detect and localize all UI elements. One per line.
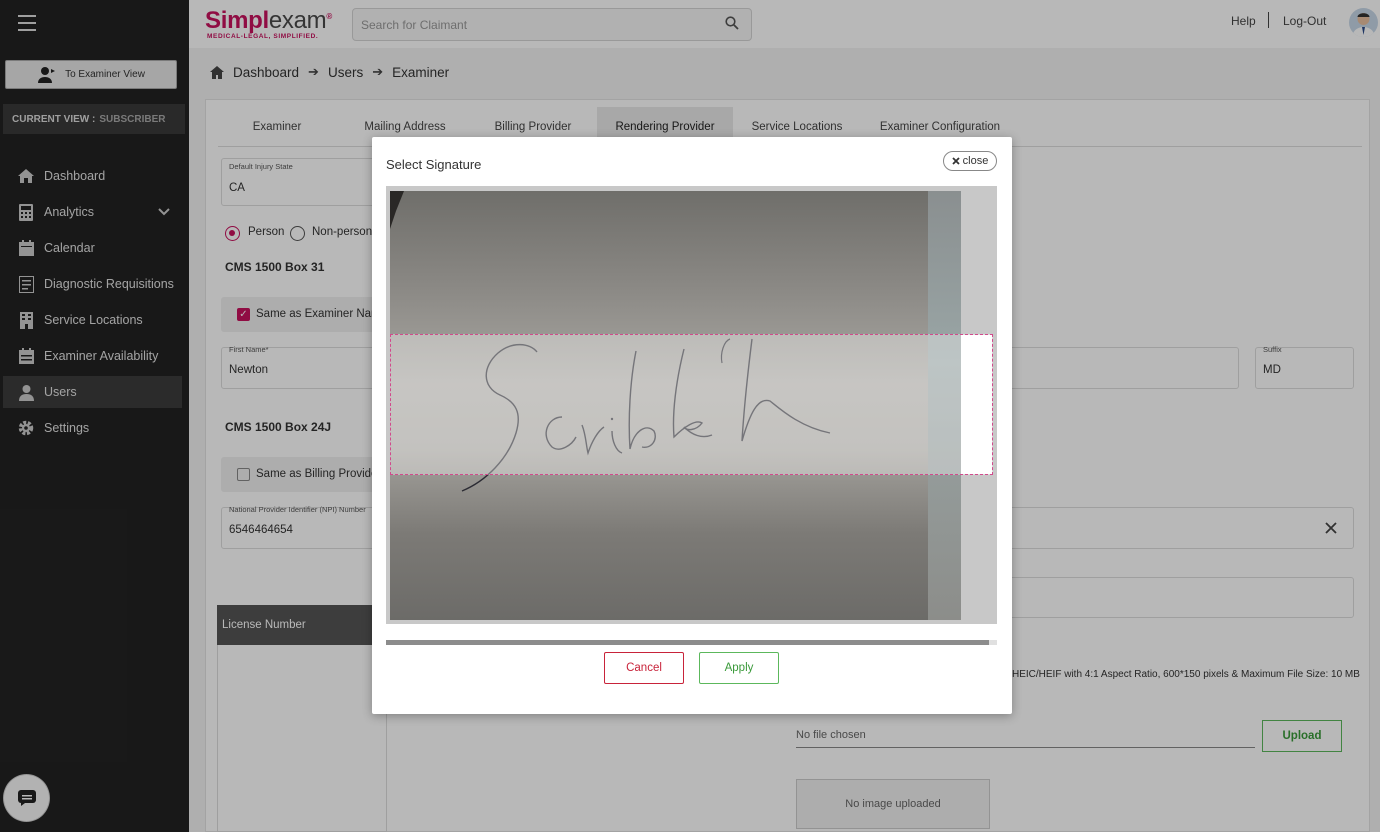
modal-title: Select Signature bbox=[386, 157, 482, 172]
cancel-button[interactable]: Cancel bbox=[604, 652, 684, 684]
apply-button[interactable]: Apply bbox=[699, 652, 779, 684]
close-icon bbox=[952, 157, 960, 165]
scrollbar-thumb[interactable] bbox=[386, 640, 989, 645]
crop-selection-overflow bbox=[961, 335, 992, 474]
close-button[interactable]: close bbox=[943, 151, 997, 171]
close-label: close bbox=[962, 155, 989, 167]
crop-selection-box[interactable] bbox=[390, 334, 993, 475]
